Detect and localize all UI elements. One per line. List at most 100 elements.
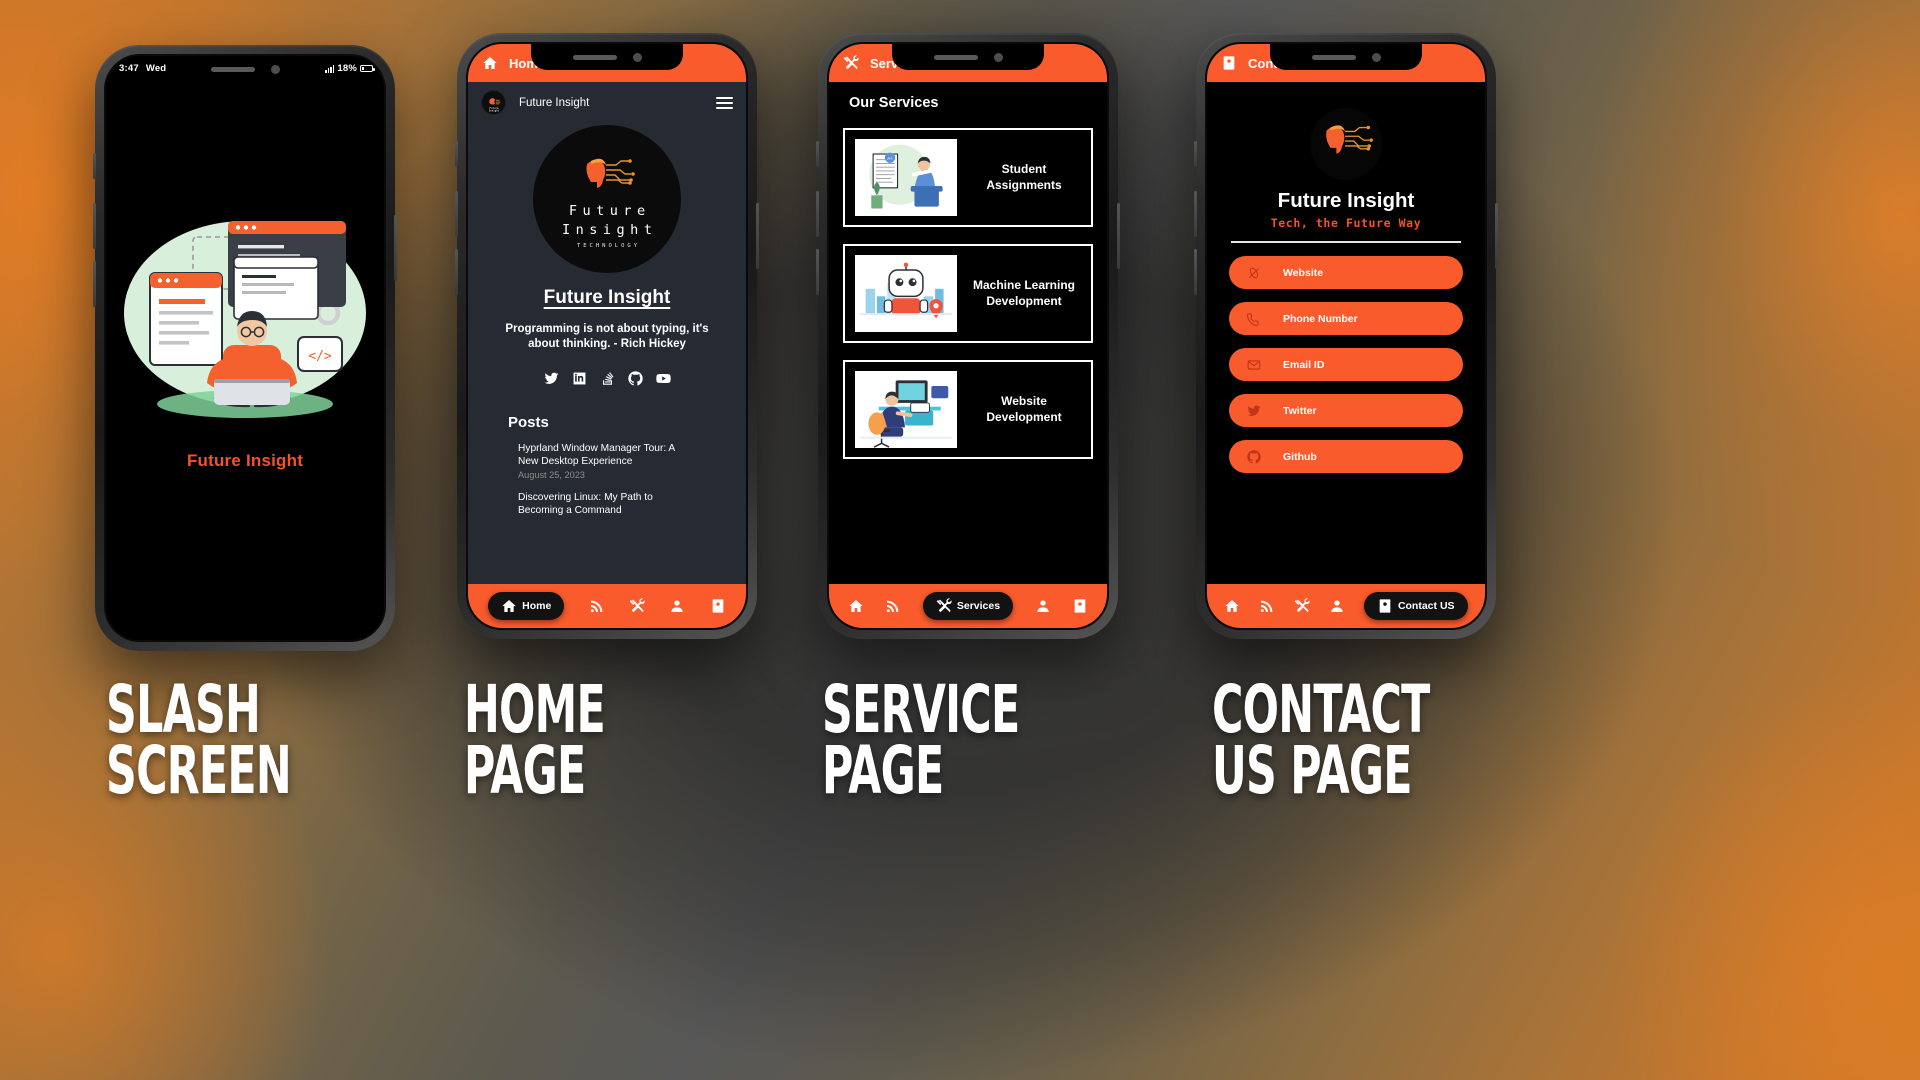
battery-icon	[360, 65, 375, 72]
status-battery-pct: 18%	[337, 63, 357, 74]
button-label: Github	[1283, 450, 1317, 463]
nav-profile[interactable]	[1329, 598, 1345, 614]
service-card[interactable]: Machine Learning Development	[843, 244, 1093, 343]
divider	[1231, 241, 1461, 243]
person-icon	[671, 600, 684, 612]
home-icon	[1225, 600, 1240, 612]
phone-notch	[892, 44, 1044, 70]
rss-icon	[590, 600, 603, 613]
linkedin-icon[interactable]	[572, 371, 587, 386]
post-title: Hyprland Window Manager Tour: A New Desk…	[518, 442, 675, 467]
svg-text:Insight: Insight	[488, 108, 499, 112]
nav-feed[interactable]	[885, 598, 901, 614]
service-card[interactable]: Website Development	[843, 360, 1093, 459]
globe-icon	[1248, 267, 1260, 278]
brand-title[interactable]: Future Insight	[544, 287, 671, 308]
website-dev-illustration	[858, 371, 954, 448]
tools-icon	[936, 598, 952, 613]
contact-card-icon	[1074, 599, 1086, 613]
rss-icon	[1261, 600, 1273, 613]
youtube-icon[interactable]	[655, 371, 671, 386]
post-title: Discovering Linux: My Path to Becoming a…	[518, 491, 653, 516]
button-label: Twitter	[1283, 404, 1317, 417]
contact-button-website[interactable]: Website	[1229, 256, 1463, 289]
home-account-row[interactable]: Future Insight Future Insight	[468, 82, 746, 121]
phone-icon	[1247, 312, 1259, 326]
nav-profile[interactable]	[669, 598, 685, 614]
caption-services: SERVICE PAGE	[822, 671, 1020, 809]
service-thumbnail	[855, 255, 957, 332]
brand-logo	[1310, 108, 1382, 180]
service-card[interactable]: A+ Student Assignments	[843, 128, 1093, 227]
services-heading: Our Services	[849, 95, 939, 111]
logo-subtext: TECHNOLOGY	[576, 243, 641, 250]
phone-splash: 3:47 Wed 18% </> Future Insight	[93, 45, 397, 651]
stackoverflow-icon[interactable]	[600, 371, 615, 386]
nav-profile[interactable]	[1035, 598, 1051, 614]
tools-icon	[1294, 598, 1310, 613]
developer-illustration: </>	[124, 221, 366, 418]
twitter-icon[interactable]	[544, 371, 559, 386]
service-label: Student Assignments	[986, 161, 1062, 192]
social-links	[468, 371, 746, 386]
robot-illustration	[858, 255, 954, 332]
list-item[interactable]: Discovering Linux: My Path to Becoming a…	[518, 491, 693, 517]
nav-contact[interactable]	[710, 598, 726, 614]
nav-home[interactable]	[1224, 598, 1240, 614]
nav-label: Home	[522, 600, 552, 612]
nav-services[interactable]	[629, 598, 645, 614]
nav-feed[interactable]	[589, 598, 605, 614]
list-item[interactable]: Hyprland Window Manager Tour: A New Desk…	[518, 442, 693, 480]
nav-home[interactable]	[848, 598, 864, 614]
service-label: Machine Learning Development	[972, 277, 1076, 308]
phone-notch	[1270, 44, 1422, 70]
bottom-nav-contact: Contact US	[1207, 584, 1485, 628]
caption-splash: SLASH SCREEN	[106, 671, 292, 809]
contact-button-email[interactable]: Email ID	[1229, 348, 1463, 381]
nav-label: Contact US	[1397, 600, 1455, 612]
service-thumbnail: A+	[855, 139, 957, 216]
status-time: 3:47	[119, 63, 139, 74]
nav-contact[interactable]	[1072, 598, 1088, 614]
nav-home[interactable]: Home	[488, 592, 565, 620]
contact-card-icon	[1379, 599, 1391, 613]
button-label: Phone Number	[1283, 312, 1358, 325]
logo-text-line-2: Insight	[562, 222, 658, 238]
services-screen: Our Services A+ Student Assignments Mach…	[829, 95, 1107, 584]
nav-feed[interactable]	[1259, 598, 1275, 614]
hamburger-menu-icon[interactable]	[716, 96, 733, 109]
contact-button-github[interactable]: Github	[1229, 440, 1463, 473]
contact-button-twitter[interactable]: Twitter	[1229, 394, 1463, 427]
brand-title: Future Insight	[1277, 189, 1415, 212]
posts-heading: Posts	[508, 413, 549, 431]
brand-quote: Programming is not about typing, it's ab…	[505, 323, 709, 351]
home-icon	[483, 57, 497, 69]
phone-services: 3:47 Wed 18% Services Our Services	[816, 33, 1120, 639]
service-thumbnail	[855, 371, 957, 448]
person-icon	[1036, 600, 1049, 612]
home-icon	[502, 600, 516, 612]
bottom-nav-services: Services	[829, 584, 1107, 628]
phone-notch	[531, 44, 683, 70]
twitter-icon	[1247, 405, 1261, 416]
phone-contact: 3:47 Wed 18% Contact US	[1194, 33, 1498, 639]
splash-screen: </> Future Insight	[106, 56, 384, 640]
nav-services[interactable]	[1294, 598, 1310, 614]
envelope-icon	[1247, 359, 1261, 370]
github-icon	[1247, 449, 1261, 463]
caption-contact: CONTACT US PAGE	[1212, 671, 1430, 809]
avatar[interactable]: Future Insight	[481, 90, 506, 115]
nav-contact[interactable]: Contact US	[1363, 592, 1468, 620]
home-screen: Future Insight Future Insight Future Ins…	[468, 82, 746, 584]
contact-screen: Future Insight Tech, the Future Way Webs…	[1207, 82, 1485, 584]
person-icon	[1331, 600, 1343, 612]
splash-title: Future Insight	[186, 451, 304, 470]
svg-text:A+: A+	[887, 156, 893, 161]
post-date: August 25, 2023	[518, 469, 585, 480]
nav-services[interactable]: Services	[922, 592, 1014, 620]
brand-avatar-icon: Future Insight	[482, 91, 505, 114]
phone-home: 3:47 Wed 18% Home	[455, 33, 759, 639]
contact-button-phone[interactable]: Phone Number	[1229, 302, 1463, 335]
bottom-nav-home: Home	[468, 584, 746, 628]
github-icon[interactable]	[627, 371, 643, 386]
